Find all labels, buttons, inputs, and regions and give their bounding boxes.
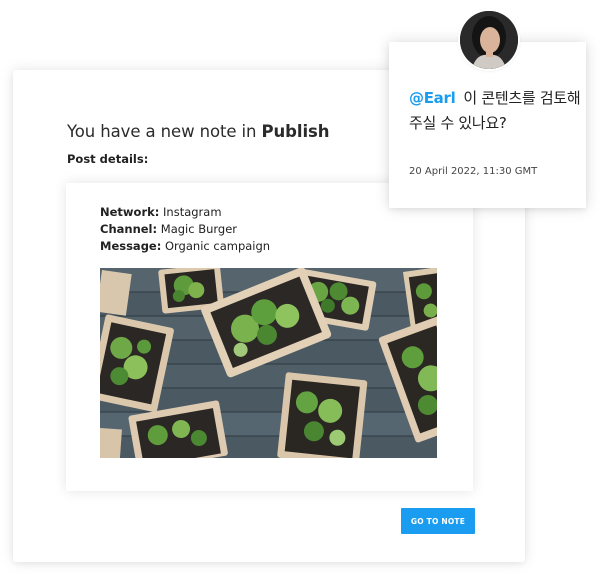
channel-value: Magic Burger [160,222,238,236]
post-network-row: Network: Instagram [100,205,222,219]
post-channel-row: Channel: Magic Burger [100,222,237,236]
note-heading: You have a new note in Publish [67,122,329,141]
commenter-avatar [460,11,518,69]
comment-mention[interactable]: @Earl [409,89,456,107]
heading-app-name: Publish [261,122,330,141]
network-value: Instagram [163,205,222,219]
message-label: Message: [100,239,162,253]
post-details-label: Post details: [67,152,149,166]
person-avatar-icon [460,11,518,69]
post-preview-card: Network: Instagram Channel: Magic Burger… [66,183,473,491]
network-label: Network: [100,205,160,219]
message-value: Organic campaign [164,239,271,253]
heading-prefix: You have a new note in [67,122,257,141]
comment-timestamp: 20 April 2022, 11:30 GMT [409,166,538,177]
go-to-note-button[interactable]: GO TO NOTE [401,508,475,534]
post-message-row: Message: Organic campaign [100,239,270,253]
channel-label: Channel: [100,222,158,236]
comment-message: @Earl 이 콘텐츠를 검토해주실 수 있나요? [409,86,581,136]
post-image [100,268,437,458]
microgreens-photo [100,268,437,458]
